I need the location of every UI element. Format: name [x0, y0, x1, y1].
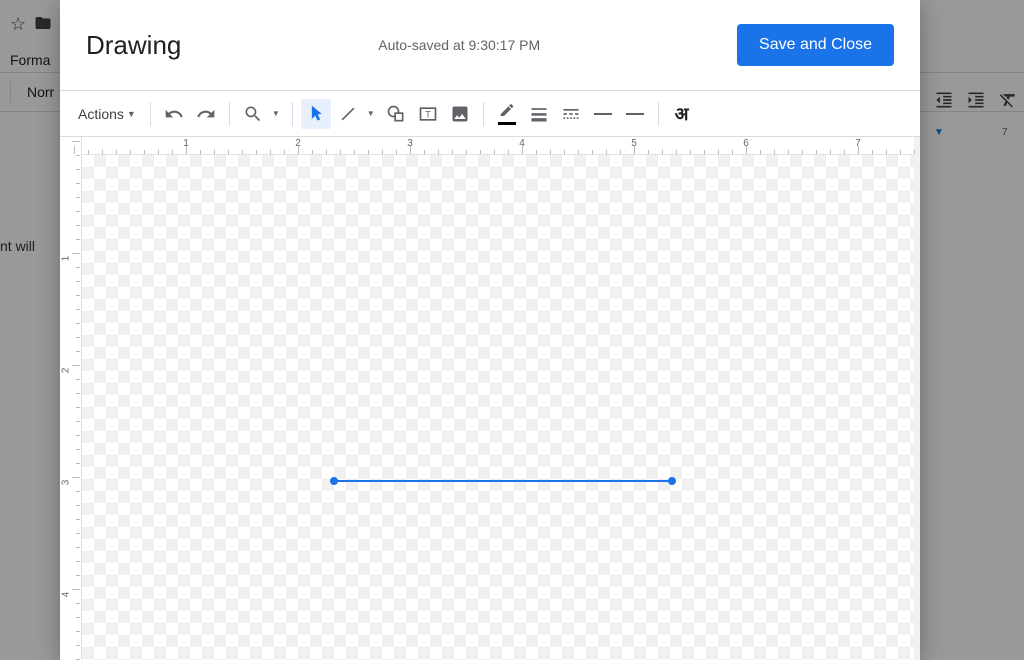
vertical-ruler[interactable]: 1 2 3 4: [60, 137, 82, 660]
actions-label: Actions: [78, 106, 124, 122]
drawn-line[interactable]: [334, 480, 672, 482]
zoom-button[interactable]: [238, 99, 268, 129]
undo-button[interactable]: [159, 99, 189, 129]
save-and-close-button[interactable]: Save and Close: [737, 24, 894, 66]
line-dropdown[interactable]: ▼: [365, 109, 379, 118]
actions-menu[interactable]: Actions ▼: [72, 102, 142, 126]
redo-button[interactable]: [191, 99, 221, 129]
v-ruler-3: 3: [60, 480, 71, 486]
shape-tool[interactable]: [381, 99, 411, 129]
line-endpoint-end[interactable]: [668, 477, 676, 485]
dialog-header: Drawing Auto-saved at 9:30:17 PM Save an…: [60, 0, 920, 90]
zoom-dropdown[interactable]: ▼: [270, 109, 284, 118]
line-tool[interactable]: [333, 99, 363, 129]
line-start-button[interactable]: [588, 99, 618, 129]
clear-format-icon: [998, 90, 1018, 113]
svg-text:T: T: [425, 109, 431, 119]
textbox-tool[interactable]: T: [413, 99, 443, 129]
drawing-dialog: Drawing Auto-saved at 9:30:17 PM Save an…: [60, 0, 920, 660]
border-weight-button[interactable]: [524, 99, 554, 129]
v-ruler-1: 1: [60, 256, 71, 262]
indent-decrease-icon: [934, 90, 954, 113]
ruler-tick-7: 7: [1002, 127, 1008, 138]
separator: [229, 102, 230, 126]
autosave-status: Auto-saved at 9:30:17 PM: [378, 37, 540, 53]
line-endpoint-start[interactable]: [330, 477, 338, 485]
background-text: nt will: [0, 238, 35, 254]
horizontal-ruler[interactable]: 1 2 3 4 5 6 7: [82, 137, 914, 155]
line-end-button[interactable]: [620, 99, 650, 129]
select-tool[interactable]: [301, 99, 331, 129]
script-format-button[interactable]: अ: [667, 99, 697, 129]
canvas-area: 1 2 3 4 1 2 3 4 5 6 7: [60, 136, 920, 660]
border-color-button[interactable]: [492, 99, 522, 129]
star-icon: ☆: [10, 14, 26, 35]
dialog-title: Drawing: [86, 30, 181, 61]
image-tool[interactable]: [445, 99, 475, 129]
border-dash-button[interactable]: [556, 99, 586, 129]
v-ruler-4: 4: [60, 592, 71, 598]
separator: [483, 102, 484, 126]
drawing-toolbar: Actions ▼ ▼ ▼ T: [60, 90, 920, 136]
v-ruler-2: 2: [60, 368, 71, 374]
separator: [658, 102, 659, 126]
move-icon: [34, 14, 52, 35]
indent-increase-icon: [966, 90, 986, 113]
drawing-canvas[interactable]: [82, 155, 914, 660]
chevron-down-icon: ▼: [127, 109, 136, 119]
separator: [150, 102, 151, 126]
scrollbar[interactable]: [914, 137, 920, 660]
separator: [292, 102, 293, 126]
style-dropdown: Norr: [19, 80, 62, 104]
ruler-marker-icon: ▼: [934, 127, 944, 138]
